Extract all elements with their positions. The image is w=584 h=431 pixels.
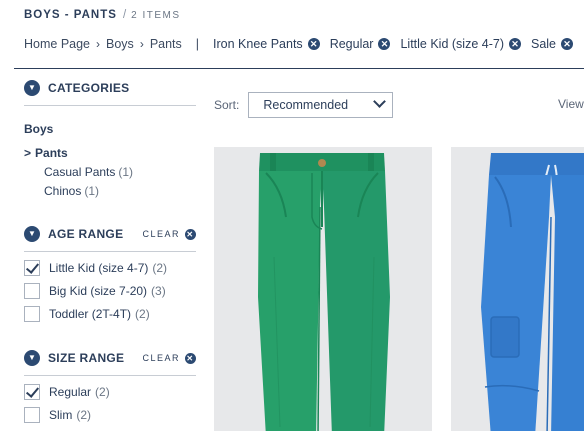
section-divider [24,105,196,106]
collapse-chevron-icon[interactable]: ▼ [24,350,40,366]
age-option-big-kid[interactable]: Big Kid (size 7-20) (3) [24,283,196,299]
size-option-regular[interactable]: Regular (2) [24,384,196,400]
sort-value: Recommended [263,98,349,112]
option-count: (2) [152,261,168,275]
clear-label: CLEAR [142,353,180,363]
title-separator: / [122,9,128,21]
clear-icon[interactable]: ✕ [185,228,196,240]
clear-label: CLEAR [142,229,180,239]
option-count: (3) [151,284,166,298]
product-card-green-pants[interactable] [214,147,432,431]
size-range-header[interactable]: ▼ SIZE RANGE CLEAR ✕ [24,348,196,368]
checkbox[interactable] [24,306,40,322]
sort-label: Sort: [214,98,240,112]
remove-filter-icon[interactable]: ✕ [508,38,521,50]
chevron-down-icon [373,95,387,108]
breadcrumb: Home Page › Boys › Pants | Iron Knee Pan… [24,37,583,51]
breadcrumb-home[interactable]: Home Page [24,37,90,51]
breadcrumb-pants[interactable]: Pants [150,37,182,51]
filter-chip-label: Iron Knee Pants [213,37,303,51]
category-count: (1) [84,184,100,198]
size-option-slim[interactable]: Slim (2) [24,407,196,423]
checkbox-checked[interactable] [24,384,40,400]
checkbox-checked[interactable] [24,260,40,276]
age-range-clear-button[interactable]: CLEAR ✕ [142,228,196,240]
remove-filter-icon[interactable]: ✕ [307,38,320,50]
filter-sidebar: ▼ CATEGORIES Boys > Pants Casual Pants (1)… [24,78,196,423]
option-label: Toddler (2T-4T) [49,307,132,321]
filter-chip-regular[interactable]: Regular ✕ [330,37,391,51]
checkbox[interactable] [24,407,40,423]
categories-title: CATEGORIES [48,81,130,95]
breadcrumb-divider: | [195,37,200,51]
category-current-label: Pants [35,146,68,160]
header-divider [14,68,584,69]
collapse-chevron-icon[interactable]: ▼ [24,226,40,242]
section-divider [24,375,196,376]
remove-filter-icon[interactable]: ✕ [378,38,391,50]
filter-chip-sale[interactable]: Sale ✕ [530,37,574,51]
product-card-blue-pants[interactable] [451,147,584,431]
collapse-chevron-icon[interactable]: ▼ [24,80,40,96]
categories-header[interactable]: ▼ CATEGORIES [24,78,196,98]
page-title-text: BOYS - PANTS [24,9,117,21]
option-count: (2) [76,408,92,422]
age-range-title: AGE RANGE [48,227,124,241]
blue-pants-image[interactable] [451,147,584,431]
section-divider [24,251,196,252]
view-label[interactable]: View [558,97,584,111]
sort-toolbar: Sort: Recommended [214,92,394,118]
category-chinos-link[interactable]: Chinos (1) [44,184,196,198]
size-range-clear-button[interactable]: CLEAR ✕ [142,352,196,364]
category-boys-link[interactable]: Boys [24,122,196,136]
current-marker-icon: > [24,146,32,160]
option-count: (2) [95,385,110,399]
age-option-toddler[interactable]: Toddler (2T-4T) (2) [24,306,196,322]
option-label: Regular [49,385,92,399]
green-pants-image[interactable] [214,147,432,431]
page-title: BOYS - PANTS /2 ITEMS [24,9,181,21]
breadcrumb-boys[interactable]: Boys [106,37,134,51]
age-range-header[interactable]: ▼ AGE RANGE CLEAR ✕ [24,224,196,244]
item-count: 2 ITEMS [131,10,181,21]
filter-chip-label: Little Kid (size 4-7) [400,37,504,51]
category-label: Chinos [44,184,82,198]
option-label: Slim [49,408,73,422]
option-label: Big Kid (size 7-20) [49,284,148,298]
category-count: (1) [118,165,134,179]
category-pants-current[interactable]: > Pants [24,146,196,160]
filter-chip-label: Sale [530,37,557,51]
remove-filter-icon[interactable]: ✕ [561,38,574,50]
clear-icon[interactable]: ✕ [185,352,196,364]
breadcrumb-chevron-icon: › [96,37,101,51]
option-label: Little Kid (size 4-7) [49,261,149,275]
category-casual-pants-link[interactable]: Casual Pants (1) [44,165,196,179]
filter-chip-iron-knee[interactable]: Iron Knee Pants ✕ [213,37,320,51]
size-range-title: SIZE RANGE [48,351,125,365]
filter-chip-little-kid[interactable]: Little Kid (size 4-7) ✕ [400,37,521,51]
option-count: (2) [135,307,150,321]
sort-dropdown[interactable]: Recommended [248,92,394,118]
breadcrumb-chevron-icon: › [139,37,144,51]
age-option-little-kid[interactable]: Little Kid (size 4-7) (2) [24,260,196,276]
category-label: Casual Pants [44,165,116,179]
filter-chip-label: Regular [329,37,374,51]
checkbox[interactable] [24,283,40,299]
